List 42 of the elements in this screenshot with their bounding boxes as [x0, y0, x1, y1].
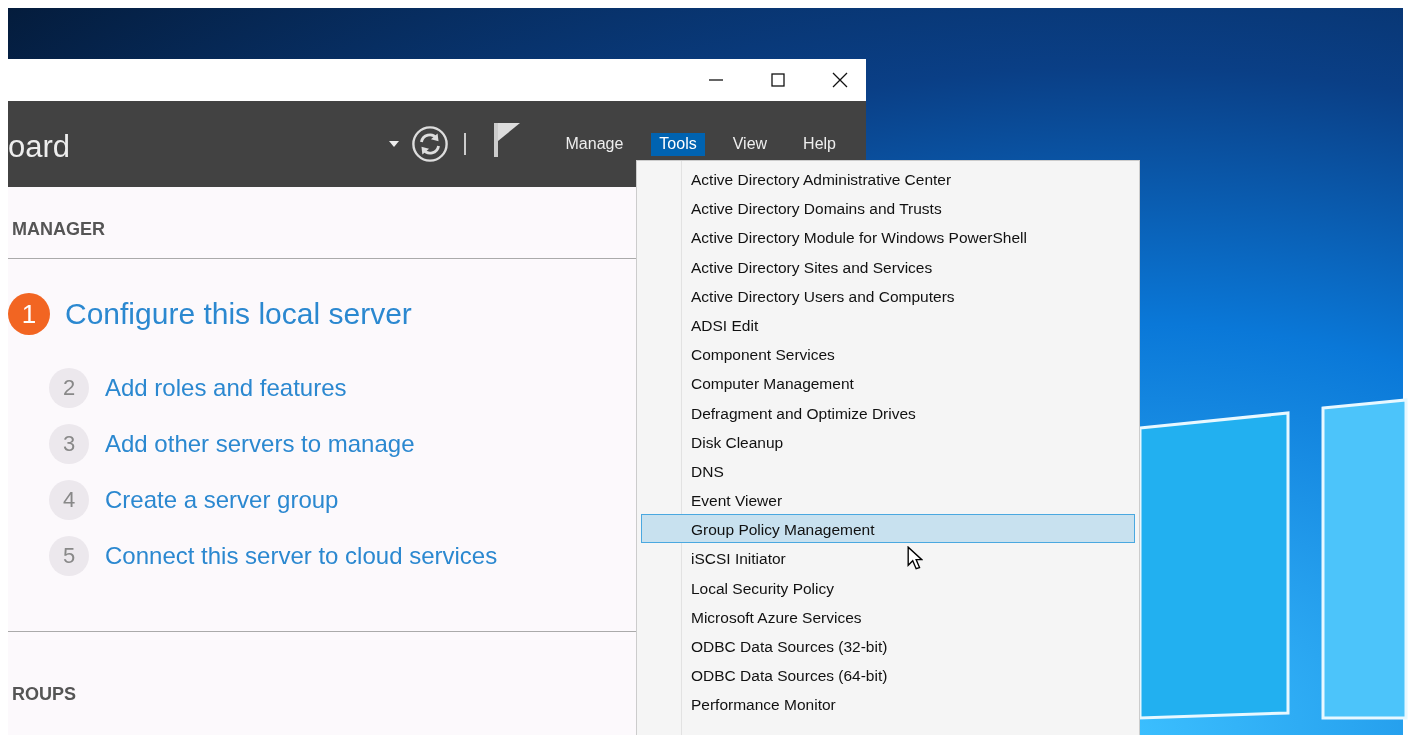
step-number: 3 — [49, 424, 89, 464]
menu-item[interactable]: Active Directory Administrative Center — [641, 164, 1135, 194]
step-number: 4 — [49, 480, 89, 520]
step-number: 2 — [49, 368, 89, 408]
dashboard-title: oard — [8, 129, 71, 165]
menu-item[interactable]: ODBC Data Sources (64-bit) — [641, 660, 1135, 690]
section-heading: MANAGER — [12, 219, 105, 240]
menu-item[interactable]: Manage — [557, 132, 632, 156]
menu-item[interactable]: View — [724, 132, 776, 156]
menu-item[interactable]: Group Policy Management — [641, 514, 1135, 544]
step-number: 5 — [49, 536, 89, 576]
refresh-icon[interactable] — [410, 125, 449, 163]
maximize-icon[interactable] — [768, 70, 788, 90]
mouse-pointer-icon — [907, 546, 923, 571]
menu-item[interactable]: Component Services — [641, 339, 1135, 369]
step-link[interactable]: Connect this server to cloud services — [105, 542, 498, 570]
step-link[interactable]: Add roles and features — [105, 374, 347, 402]
menu-item[interactable]: Performance Monitor — [641, 689, 1135, 719]
menu-item[interactable]: Local Security Policy — [641, 572, 1135, 602]
menu-item[interactable]: ADSI Edit — [641, 309, 1135, 340]
close-icon[interactable] — [830, 70, 850, 90]
menu-item[interactable]: iSCSI Initiator — [641, 543, 1135, 573]
menu-item[interactable]: Event Viewer — [641, 485, 1135, 515]
step-number: 1 — [8, 293, 50, 335]
menu-item[interactable]: ODBC Data Sources (32-bit) — [641, 631, 1135, 661]
menu-item[interactable]: DNS — [641, 455, 1135, 486]
menu-item[interactable]: Disk Cleanup — [641, 426, 1135, 456]
step-link[interactable]: Create a server group — [105, 486, 339, 514]
step-link[interactable]: Configure this local server — [65, 297, 412, 331]
menu-item[interactable]: Microsoft Azure Services — [641, 601, 1135, 631]
menu-item[interactable]: Help — [795, 132, 844, 156]
dropdown-caret-icon[interactable] — [388, 141, 399, 147]
menu-item[interactable]: Active Directory Users and Computers — [641, 280, 1135, 310]
flag-icon[interactable] — [493, 123, 520, 157]
menu-item[interactable]: Defragment and Optimize Drives — [641, 397, 1135, 427]
menu-item[interactable]: Computer Management — [641, 368, 1135, 398]
section-heading: ROUPS — [12, 684, 76, 705]
menu-item[interactable]: Tools — [651, 132, 705, 156]
menu-item[interactable]: Active Directory Sites and Services — [641, 251, 1135, 281]
menu-item[interactable]: Active Directory Domains and Trusts — [641, 193, 1135, 223]
menu-item[interactable]: Active Directory Module for Windows PowerShell — [641, 222, 1135, 252]
step-link[interactable]: Add other servers to manage — [105, 430, 415, 458]
